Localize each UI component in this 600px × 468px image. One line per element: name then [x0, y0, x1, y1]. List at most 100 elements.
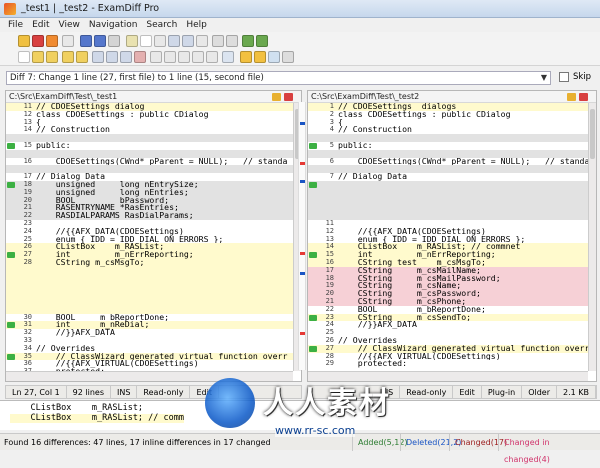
code-line[interactable] — [6, 282, 293, 291]
code-line[interactable] — [6, 290, 293, 298]
code-line[interactable]: 2 class CDOESettings : public CDialog — [308, 110, 588, 119]
sync-icon[interactable] — [164, 51, 176, 63]
print-preview-icon[interactable] — [182, 35, 194, 47]
compare-icon[interactable] — [32, 35, 44, 47]
copy-right-icon[interactable] — [256, 35, 268, 47]
code-line[interactable] — [308, 196, 588, 205]
code-line[interactable]: 7 // Dialog Data — [308, 172, 588, 181]
line-text: CDOESettings(CWnd* pParent = NULL); // s… — [36, 155, 288, 166]
layout3-icon[interactable] — [120, 51, 132, 63]
cut-icon[interactable] — [140, 35, 152, 47]
left-code[interactable]: 11// CDOESettings dialog 12 class CDOESett… — [6, 103, 293, 371]
code-line[interactable]: 16 CDOESettings(CWnd* pParent = NULL); /… — [6, 155, 293, 166]
plugin-icon[interactable] — [192, 51, 204, 63]
code-line[interactable]: 28 CString m_csMsgTo; — [6, 258, 293, 267]
older-status: Older — [522, 386, 557, 398]
code-line[interactable]: 14 // Construction — [6, 124, 293, 135]
file-size: 2.1 KB — [557, 386, 596, 398]
layout-icon[interactable] — [92, 51, 104, 63]
layout2-icon[interactable] — [106, 51, 118, 63]
reload-icon[interactable] — [284, 93, 293, 101]
diff-marker-icon[interactable] — [309, 252, 317, 259]
line-number: 29 — [325, 359, 334, 368]
code-line[interactable] — [308, 188, 588, 197]
undo-icon[interactable] — [212, 35, 224, 47]
code-line[interactable]: 6 CDOESettings(CWnd* pParent = NULL); //… — [308, 156, 588, 166]
code-line[interactable]: 24 //}}AFX_DATA — [308, 320, 588, 330]
more-icon[interactable] — [282, 51, 294, 63]
highlight2-icon[interactable] — [254, 51, 266, 63]
save-as-icon[interactable] — [94, 35, 106, 47]
reload-icon[interactable] — [579, 93, 588, 101]
redo-icon[interactable] — [226, 35, 238, 47]
copy-icon[interactable] — [108, 35, 120, 47]
diff-marker-icon[interactable] — [7, 182, 15, 188]
line-text: protected: — [338, 358, 408, 369]
code-line[interactable] — [6, 298, 293, 306]
save-icon[interactable] — [80, 35, 92, 47]
view-mode-icon[interactable] — [18, 51, 30, 63]
code-line[interactable] — [6, 266, 293, 275]
highlight-icon[interactable] — [240, 51, 252, 63]
diff-marker-icon[interactable] — [7, 252, 15, 259]
right-pane[interactable]: C:\Src\ExamDiff\Test\_test2 1// CDOESett… — [307, 90, 597, 382]
filter-icon[interactable] — [134, 51, 146, 63]
paste-icon[interactable] — [154, 35, 166, 47]
right-vscroll[interactable] — [588, 103, 596, 371]
code-line[interactable] — [6, 274, 293, 283]
diff-marker-icon[interactable] — [309, 314, 317, 321]
code-line[interactable] — [308, 204, 588, 213]
code-line[interactable]: 22 RASDIALPARAMS RasDialParams; — [6, 211, 293, 220]
merge-icon[interactable] — [150, 51, 162, 63]
diff-marker-icon[interactable] — [7, 322, 15, 329]
next-diff-icon[interactable] — [32, 51, 44, 63]
diff-marker-icon[interactable] — [7, 143, 15, 149]
menu-search[interactable]: Search — [146, 20, 177, 30]
copy-left-icon[interactable] — [242, 35, 254, 47]
prev-diff-icon[interactable] — [46, 51, 58, 63]
recompare-icon[interactable] — [46, 35, 58, 47]
menu-bar: File Edit View Navigation Search Help — [0, 18, 600, 32]
code-line[interactable]: 15 public: — [6, 141, 293, 150]
skip-checkbox[interactable] — [559, 72, 569, 82]
diff-marker-icon[interactable] — [309, 143, 317, 149]
settings-icon[interactable] — [206, 51, 218, 63]
location-bar[interactable] — [298, 102, 306, 370]
code-line[interactable] — [308, 181, 588, 189]
folder-icon[interactable] — [567, 93, 576, 101]
diff-info-bar[interactable]: Diff 7: Change 1 line (27, first file) t… — [6, 71, 551, 85]
menu-edit[interactable]: Edit — [32, 20, 49, 30]
folder-icon[interactable] — [272, 93, 281, 101]
diff-marker-icon[interactable] — [309, 182, 317, 188]
menu-file[interactable]: File — [8, 20, 23, 30]
menu-navigation[interactable]: Navigation — [89, 20, 138, 30]
options-icon[interactable] — [178, 51, 190, 63]
right-code[interactable]: 1// CDOESettings dialogs 2 class CDOESetti… — [308, 103, 588, 371]
print-icon[interactable] — [168, 35, 180, 47]
edit-mode: Edit — [453, 386, 482, 398]
diff-marker-icon[interactable] — [7, 353, 15, 360]
edit-icon[interactable] — [126, 35, 138, 47]
diff-marker-icon[interactable] — [309, 345, 317, 352]
left-pane[interactable]: C:\Src\ExamDiff\Test\_test1 11// CDOESet… — [5, 90, 302, 382]
toggle-icon[interactable] — [222, 51, 234, 63]
chevron-down-icon[interactable]: ▼ — [541, 73, 547, 82]
code-line[interactable] — [308, 212, 588, 220]
line-number: 7 — [329, 172, 334, 181]
toolbar — [0, 32, 600, 66]
code-line[interactable]: 29 protected: — [308, 358, 588, 369]
first-diff-icon[interactable] — [62, 51, 74, 63]
code-line[interactable]: 32 //}}AFX_DATA — [6, 328, 293, 337]
find-icon[interactable] — [196, 35, 208, 47]
code-line[interactable]: 12 class CDOESettings : public CDialog — [6, 110, 293, 119]
code-line[interactable]: 5 public: — [308, 141, 588, 150]
menu-help[interactable]: Help — [186, 20, 207, 30]
up-dir-icon[interactable] — [62, 35, 74, 47]
menu-view[interactable]: View — [59, 20, 80, 30]
code-line[interactable]: 4 // Construction — [308, 125, 588, 135]
line-number: 5 — [329, 141, 334, 149]
zoom-icon[interactable] — [268, 51, 280, 63]
last-diff-icon[interactable] — [76, 51, 88, 63]
line-text: // Construction — [36, 124, 110, 135]
open-icon[interactable] — [18, 35, 30, 47]
